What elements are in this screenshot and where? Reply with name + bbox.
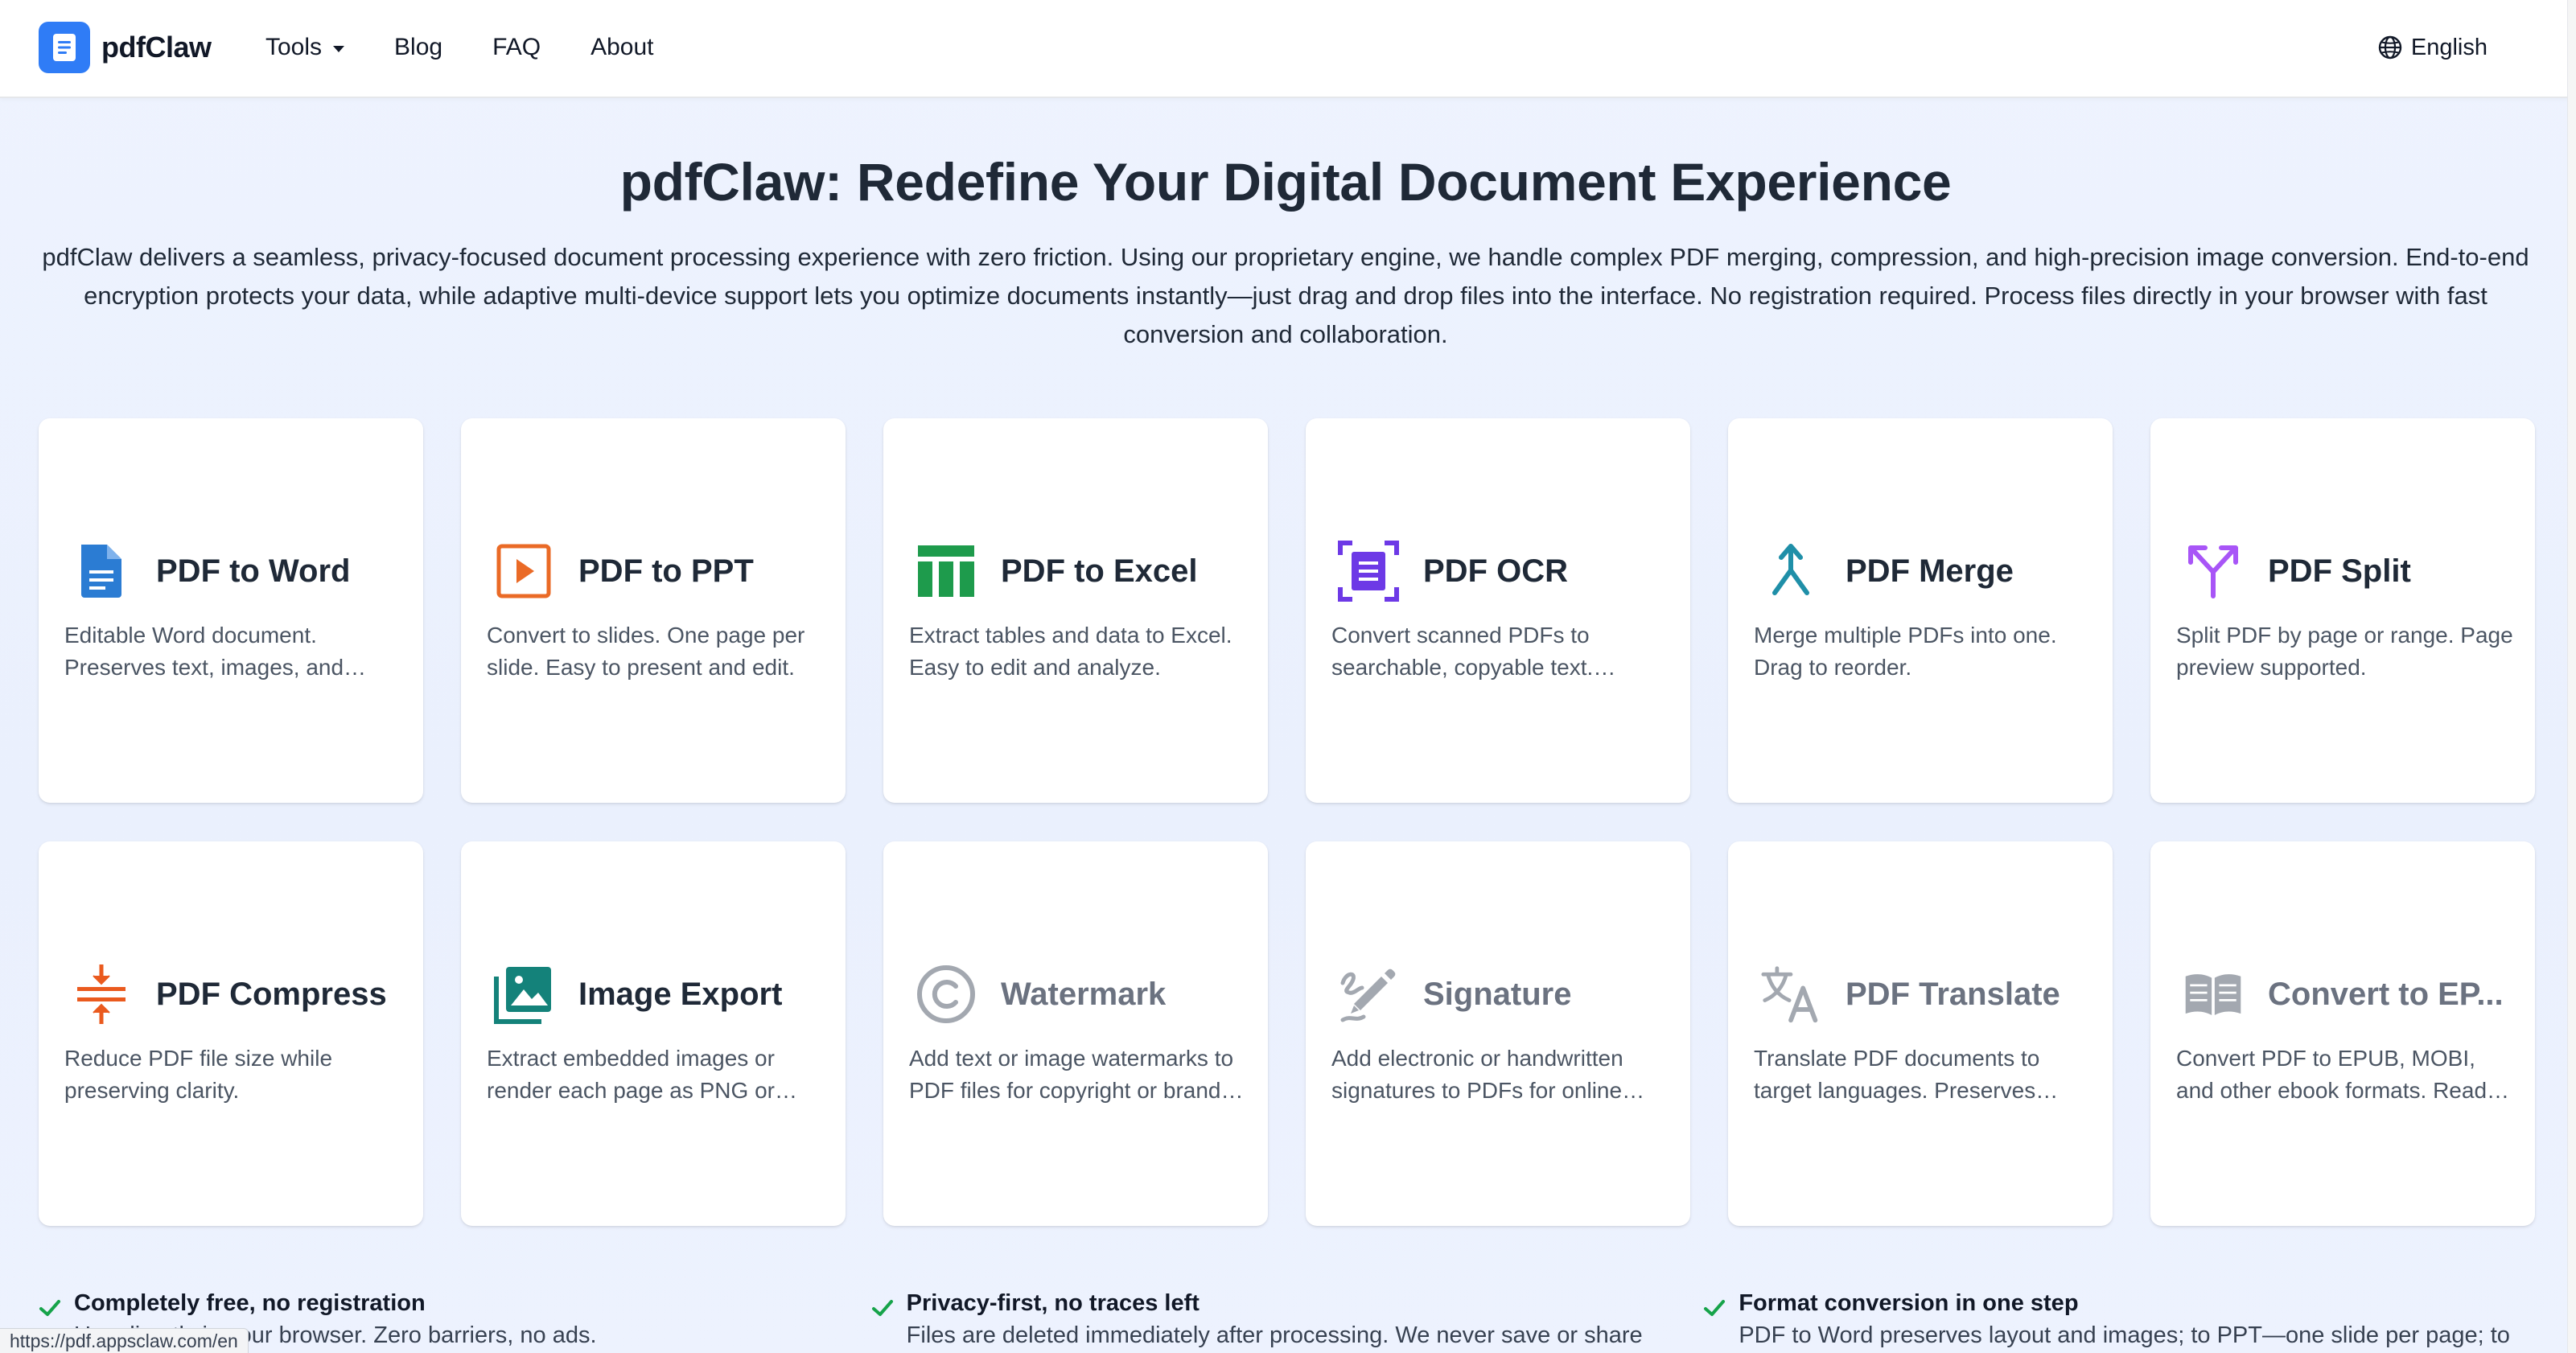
feature-item-privacy: Privacy-first, no traces left Files are … <box>871 1287 1704 1351</box>
nav-faq-link[interactable]: FAQ <box>492 34 541 61</box>
card-title: PDF OCR <box>1423 553 1568 589</box>
nav-tools-label: Tools <box>265 34 323 60</box>
card-description: Split PDF by page or range. Page preview… <box>2176 623 2513 680</box>
tool-card-pdf-merge[interactable]: PDF Merge Merge multiple PDFs into one. … <box>1728 418 2113 803</box>
compress-icon <box>71 964 132 1025</box>
feature-text: PDF to Word preserves layout and images;… <box>1739 1322 2510 1348</box>
card-description: Convert PDF to EPUB, MOBI, and other ebo… <box>2176 1046 2488 1103</box>
tool-card-pdf-to-ppt[interactable]: PDF to PPT Convert to slides. One page p… <box>461 418 846 803</box>
document-scan-icon <box>1338 541 1399 602</box>
card-title: PDF to PPT <box>578 553 754 589</box>
tool-card-pdf-to-word[interactable]: PDF to Word Editable Word document. Pres… <box>39 418 423 803</box>
tool-card-convert-to-epub[interactable]: Convert to EP... Convert PDF to EPUB, MO… <box>2150 841 2535 1226</box>
globe-icon <box>2378 35 2402 60</box>
tool-card-signature[interactable]: Signature Add electronic or handwritten … <box>1306 841 1690 1226</box>
link-status-url: https://pdf.appsclaw.com/en <box>0 1328 249 1353</box>
card-description: Convert to slides. One page per slide. E… <box>487 623 805 680</box>
language-selector[interactable]: English <box>2377 0 2488 95</box>
tool-card-pdf-split[interactable]: PDF Split Split PDF by page or range. Pa… <box>2150 418 2535 803</box>
checkmark-icon <box>871 1300 893 1316</box>
caret-down-icon <box>333 45 345 52</box>
card-title: PDF Compress <box>156 976 387 1012</box>
card-title: Image Export <box>578 976 783 1012</box>
tool-card-image-export[interactable]: Image Export Extract embedded images or … <box>461 841 846 1226</box>
merge-icon <box>1760 541 1821 602</box>
feature-text: Files are deleted immediately after proc… <box>906 1322 1643 1348</box>
open-book-icon <box>2183 964 2244 1025</box>
card-title: PDF Split <box>2268 553 2411 589</box>
tool-card-pdf-compress[interactable]: PDF Compress Reduce PDF file size while … <box>39 841 423 1226</box>
card-description: Add text or image watermarks to PDF file… <box>909 1046 1234 1103</box>
card-description: Merge multiple PDFs into one. Drag to re… <box>1754 623 2057 680</box>
tool-card-watermark[interactable]: Watermark Add text or image watermarks t… <box>883 841 1268 1226</box>
checkmark-icon <box>39 1300 60 1316</box>
word-doc-icon <box>71 541 132 602</box>
language-label: English <box>2410 34 2488 60</box>
page-scrollbar[interactable] <box>2567 0 2576 1353</box>
slides-play-icon <box>493 541 554 602</box>
top-navbar: pdfClaw Tools Blog FAQ About English <box>0 0 2576 98</box>
tool-card-pdf-translate[interactable]: PDF Translate Translate PDF documents to… <box>1728 841 2113 1226</box>
feature-title: Completely free, no registration <box>74 1290 426 1316</box>
translate-icon <box>1760 964 1821 1025</box>
card-description: Editable Word document. Preserves text, … <box>64 623 344 680</box>
card-title: Watermark <box>1001 976 1167 1012</box>
card-description: Convert scanned PDFs to searchable, copy… <box>1331 623 1594 680</box>
tools-grid: PDF to Word Editable Word document. Pres… <box>39 418 2535 1226</box>
page-title: pdfClaw: Redefine Your Digital Document … <box>619 152 1952 212</box>
card-description: Translate PDF documents to target langua… <box>1754 1046 2040 1103</box>
nav-tools-dropdown[interactable]: Tools <box>265 34 345 61</box>
card-title: PDF Merge <box>1846 553 2014 589</box>
signature-pen-icon <box>1338 964 1399 1025</box>
feature-item-conversion: Format conversion in one step PDF to Wor… <box>1703 1287 2536 1351</box>
feature-title: Privacy-first, no traces left <box>906 1290 1200 1316</box>
tool-card-pdf-ocr[interactable]: PDF OCR Convert scanned PDFs to searchab… <box>1306 418 1690 803</box>
card-title: Convert to EP... <box>2268 976 2504 1012</box>
hero-description: pdfClaw delivers a seamless, privacy-foc… <box>42 243 2529 348</box>
feature-title: Format conversion in one step <box>1739 1290 2079 1316</box>
card-title: Signature <box>1423 976 1572 1012</box>
card-title: PDF to Word <box>156 553 351 589</box>
features-list: Completely free, no registration Use dir… <box>39 1287 2536 1351</box>
split-icon <box>2183 541 2244 602</box>
card-title: PDF Translate <box>1846 976 2060 1012</box>
tool-card-pdf-to-excel[interactable]: PDF to Excel Extract tables and data to … <box>883 418 1268 803</box>
main-nav: Tools Blog FAQ About <box>265 0 704 95</box>
card-description: Extract tables and data to Excel. Easy t… <box>909 623 1232 680</box>
card-description: Reduce PDF file size while preserving cl… <box>64 1046 333 1103</box>
table-icon <box>916 541 977 602</box>
image-gallery-icon <box>493 964 554 1025</box>
checkmark-icon <box>1704 1300 1726 1316</box>
card-title: PDF to Excel <box>1001 553 1198 589</box>
logo-link[interactable]: pdfClaw <box>39 22 212 73</box>
copyright-icon <box>916 964 977 1025</box>
nav-about-link[interactable]: About <box>591 34 653 61</box>
document-logo-icon <box>39 22 90 73</box>
logo-text: pdfClaw <box>101 31 212 64</box>
card-description: Extract embedded images or render each p… <box>487 1046 775 1103</box>
card-description: Add electronic or handwritten signatures… <box>1331 1046 1623 1103</box>
nav-blog-link[interactable]: Blog <box>394 34 442 61</box>
